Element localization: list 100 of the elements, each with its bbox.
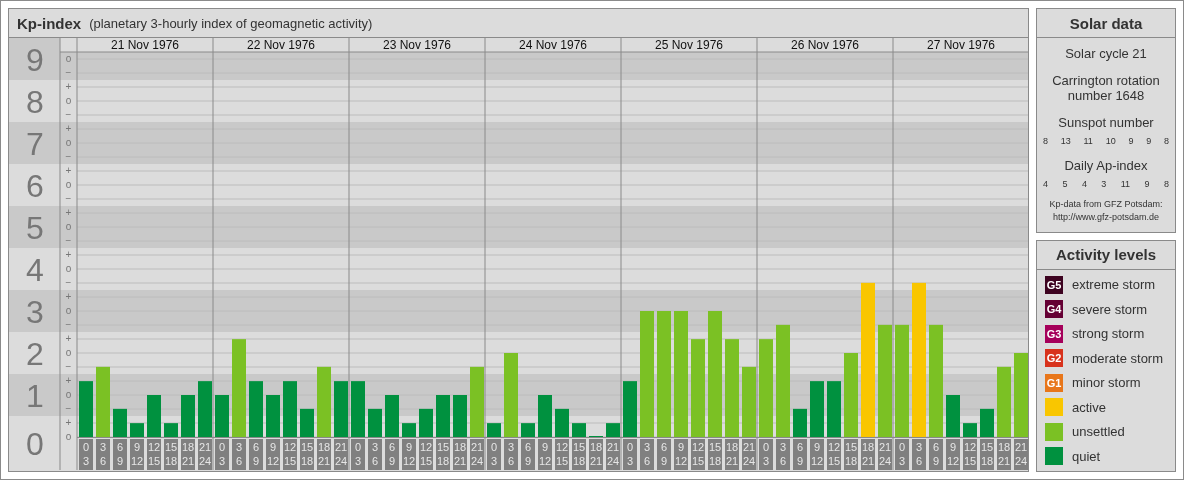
scale-mark: −: [65, 235, 72, 246]
kp-scale-digit: 9: [26, 42, 44, 78]
sunspot-value: 13: [1060, 136, 1071, 146]
kp-bar: [623, 381, 637, 437]
level-swatch: G4: [1045, 300, 1063, 318]
time-slot-label: 6 9: [929, 439, 943, 470]
time-slot-label: 12 15: [963, 439, 977, 470]
time-slot-label: 0 3: [623, 439, 637, 470]
scale-mark: −: [65, 277, 72, 288]
time-slot-label: 3 6: [776, 439, 790, 470]
scale-mark: +: [65, 207, 72, 218]
kp-bar: [419, 408, 433, 437]
scale-mark: +: [65, 165, 72, 176]
level-label: extreme storm: [1072, 277, 1156, 292]
scale-mark: +: [65, 375, 72, 386]
kp-bar: [606, 423, 620, 437]
kp-bar: [215, 395, 229, 437]
kp-scale-digit: 0: [26, 426, 44, 462]
kp-bar: [198, 381, 212, 437]
time-slot-label: 3 6: [96, 439, 110, 470]
day-date: 26 Nov 1976: [790, 38, 860, 52]
ap-index-value: 11: [1120, 179, 1131, 189]
kp-bar: [181, 395, 195, 437]
kp-bar: [368, 408, 382, 437]
sunspot-value: 9: [1146, 136, 1152, 146]
kp-bar: [521, 423, 535, 437]
kp-bar: [147, 395, 161, 437]
time-slot-label: 15 18: [708, 439, 722, 470]
time-slot-label: 9 12: [674, 439, 688, 470]
scale-mark: o: [65, 137, 72, 148]
time-slot-label: 9 12: [130, 439, 144, 470]
time-slot-label: 0 3: [79, 439, 93, 470]
time-slot-label: 9 12: [538, 439, 552, 470]
kp-bar: [827, 381, 841, 437]
kp-bar: [436, 395, 450, 437]
time-slot-label: 18 21: [589, 439, 603, 470]
time-slot-label: 21 24: [1014, 439, 1028, 470]
kp-bar: [538, 395, 552, 437]
panel-title: Activity levels: [1037, 240, 1175, 270]
kp-bar: [402, 423, 416, 437]
scale-mark: −: [65, 151, 72, 162]
time-slot-label: 6 9: [113, 439, 127, 470]
panel-title: Kp-index: [17, 14, 82, 32]
scale-mark: +: [65, 81, 72, 92]
day-date: 27 Nov 1976: [926, 38, 996, 52]
kp-scale-digit: 2: [26, 336, 44, 372]
sunspot-value: 11: [1083, 136, 1093, 146]
time-slot-label: 12 15: [283, 439, 297, 470]
time-slot-label: 6 9: [249, 439, 263, 470]
kp-scale-digit: 1: [26, 378, 44, 414]
kp-bar: [487, 423, 501, 437]
level-label: quiet: [1072, 448, 1101, 464]
kp-bar: [742, 366, 756, 437]
ap-index-value: 9: [1144, 179, 1150, 189]
ap-index-value: 4: [1043, 179, 1048, 189]
source-note: Kp-data from GFZ Potsdam:: [1049, 199, 1163, 210]
day-date: 21 Nov 1976: [110, 38, 180, 52]
time-slot-label: 0 3: [759, 439, 773, 470]
time-slot-label: 3 6: [912, 439, 926, 470]
scale-mark: o: [65, 431, 72, 442]
time-slot-label: 12 15: [691, 439, 705, 470]
time-slot-label: 0 3: [215, 439, 229, 470]
time-slot-label: 9 12: [946, 439, 960, 470]
kp-bar: [164, 423, 178, 437]
level-swatch: G3: [1045, 324, 1063, 343]
level-label: moderate storm: [1072, 350, 1164, 366]
time-slot-label: 21 24: [606, 439, 620, 470]
level-label: unsettled: [1072, 424, 1125, 439]
kp-bar: [79, 381, 93, 437]
time-slot-label: 15 18: [436, 439, 450, 470]
time-slot-label: 15 18: [572, 439, 586, 470]
kp-bar: [453, 395, 467, 437]
day-date: 23 Nov 1976: [382, 38, 452, 52]
time-slot-label: 12 15: [827, 439, 841, 470]
solar-cycle: Solar cycle 21: [1065, 46, 1147, 61]
time-slot-label: 18 21: [181, 439, 195, 470]
time-slot-label: 12 15: [147, 439, 161, 470]
time-slot-label: 0 3: [487, 439, 501, 470]
ap-index-value: 4: [1081, 179, 1087, 189]
scale-mark: +: [65, 249, 72, 260]
level-swatch: G1: [1045, 373, 1063, 392]
scale-mark: −: [65, 319, 72, 330]
scale-mark: o: [65, 263, 72, 274]
kp-scale-digit: 7: [26, 126, 44, 162]
scale-mark: −: [65, 67, 72, 78]
sunspot-value: 8: [1043, 136, 1048, 146]
time-slot-label: 3 6: [640, 439, 654, 470]
time-slot-label: 21 24: [470, 439, 484, 470]
time-slot-label: 3 6: [368, 439, 382, 470]
time-slot-label: 21 24: [198, 439, 212, 470]
source-url[interactable]: http://www.gfz-potsdam.de: [1052, 212, 1160, 223]
kp-bar: [963, 423, 977, 437]
time-slot-label: 18 21: [861, 439, 875, 470]
level-label: strong storm: [1072, 326, 1145, 341]
time-slot-label: 15 18: [980, 439, 994, 470]
kp-bar: [810, 381, 824, 437]
scale-mark: +: [65, 417, 72, 428]
time-slot-label: 9 12: [402, 439, 416, 470]
time-slot-label: 9 12: [266, 439, 280, 470]
kp-bar: [249, 381, 263, 437]
